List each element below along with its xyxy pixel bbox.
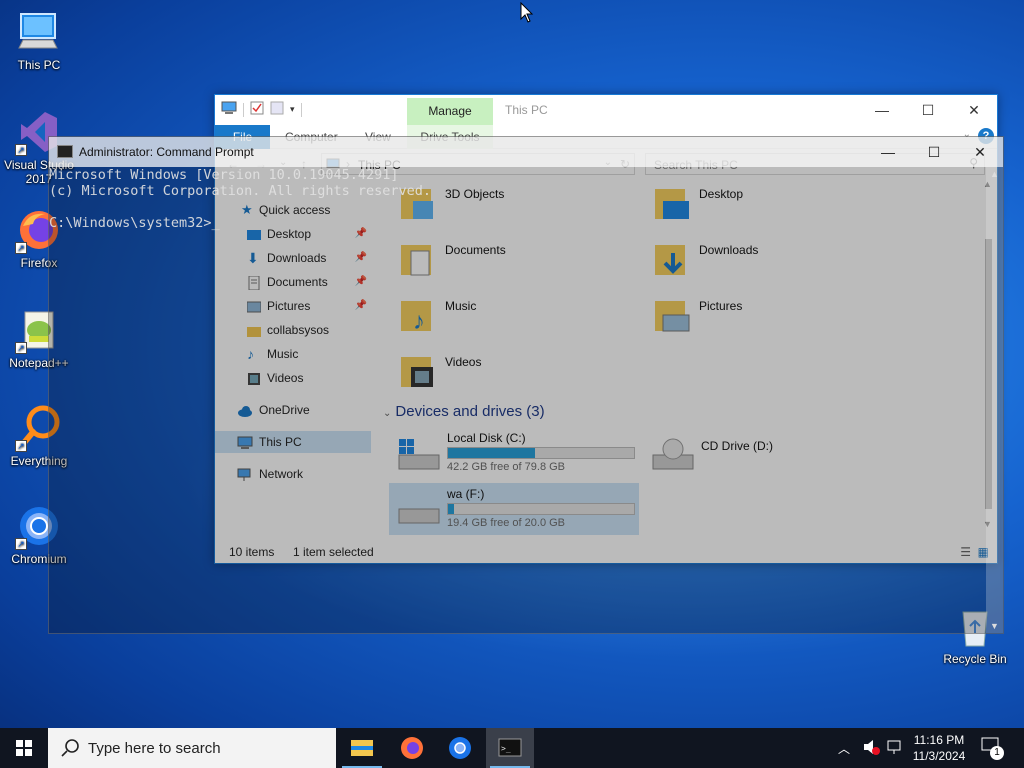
- taskbar-search-input[interactable]: Type here to search: [48, 728, 336, 768]
- desktop-icon-this-pc[interactable]: This PC: [0, 8, 78, 72]
- notification-badge: 1: [990, 746, 1004, 760]
- desktop-icon-label: Recycle Bin: [943, 652, 1007, 666]
- console-line: Microsoft Windows [Version 10.0.19045.42…: [49, 167, 399, 183]
- properties-icon[interactable]: [250, 101, 264, 118]
- taskbar-file-explorer[interactable]: [338, 728, 386, 768]
- shortcut-arrow-icon: ↗: [15, 440, 27, 452]
- computer-icon: [15, 8, 63, 56]
- scroll-up-icon[interactable]: ▲: [990, 169, 999, 179]
- svg-text:>_: >_: [501, 744, 511, 753]
- volume-muted-icon[interactable]: [862, 738, 880, 759]
- action-center-button[interactable]: 1: [980, 736, 1010, 760]
- new-folder-icon[interactable]: [270, 101, 284, 118]
- shortcut-arrow-icon: ↗: [15, 538, 27, 550]
- shortcut-arrow-icon: ↗: [15, 144, 27, 156]
- shortcut-arrow-icon: ↗: [15, 242, 27, 254]
- taskbar-firefox[interactable]: [388, 728, 436, 768]
- mouse-cursor-icon: [520, 1, 534, 27]
- start-button[interactable]: [0, 728, 48, 768]
- system-clock[interactable]: 11:16 PM 11/3/2024: [904, 732, 974, 764]
- search-icon: [60, 738, 80, 758]
- minimize-button[interactable]: —: [865, 137, 911, 167]
- manage-tab[interactable]: Manage: [407, 98, 493, 125]
- maximize-button[interactable]: ☐: [911, 137, 957, 167]
- toolbar-divider: [300, 102, 302, 117]
- shortcut-arrow-icon: ↗: [15, 342, 27, 354]
- console-prompt: C:\Windows\system32>_: [49, 215, 220, 231]
- explorer-titlebar[interactable]: ▾ Manage This PC — ☐ ✕: [215, 95, 997, 125]
- search-placeholder: Type here to search: [88, 740, 221, 757]
- scroll-down-icon[interactable]: ▼: [990, 621, 999, 631]
- clock-date: 11/3/2024: [912, 749, 966, 763]
- desktop-icon-label: This PC: [17, 58, 61, 72]
- clock-time: 11:16 PM: [913, 733, 965, 747]
- computer-icon: [221, 101, 237, 118]
- file-explorer-icon: [351, 740, 373, 756]
- taskbar-chromium[interactable]: [436, 728, 484, 768]
- windows-logo-icon: [16, 740, 32, 756]
- cmd-console[interactable]: Microsoft Windows [Version 10.0.19045.42…: [49, 167, 1003, 633]
- taskbar-command-prompt[interactable]: >_: [486, 728, 534, 768]
- cmd-scrollbar[interactable]: ▲ ▼: [986, 167, 1003, 633]
- cmd-titlebar[interactable]: Administrator: Command Prompt — ☐ ✕: [49, 137, 1003, 167]
- window-title: This PC: [505, 103, 548, 117]
- cmd-window-title: Administrator: Command Prompt: [79, 145, 254, 159]
- maximize-button[interactable]: ☐: [905, 95, 951, 125]
- quick-access-toolbar: ▾: [221, 101, 302, 118]
- command-prompt-window[interactable]: Administrator: Command Prompt — ☐ ✕ Micr…: [48, 136, 1004, 634]
- window-controls: — ☐ ✕: [859, 95, 997, 125]
- taskbar: Type here to search >_ ︿ 11:16 PM 11/3/2…: [0, 728, 1024, 768]
- minimize-button[interactable]: —: [859, 95, 905, 125]
- firefox-icon: [401, 737, 423, 759]
- customize-toolbar-icon[interactable]: ▾: [290, 104, 295, 115]
- cmd-icon: [57, 145, 73, 158]
- console-line: (c) Microsoft Corporation. All rights re…: [49, 183, 432, 199]
- show-hidden-icons-chevron-up-icon[interactable]: ︿: [838, 740, 850, 757]
- network-icon[interactable]: [886, 738, 904, 759]
- close-button[interactable]: ✕: [957, 137, 1003, 167]
- close-button[interactable]: ✕: [951, 95, 997, 125]
- chromium-icon: [449, 737, 471, 759]
- toolbar-divider: [243, 102, 244, 117]
- window-controls: — ☐ ✕: [865, 137, 1003, 167]
- cmd-icon: >_: [498, 738, 522, 757]
